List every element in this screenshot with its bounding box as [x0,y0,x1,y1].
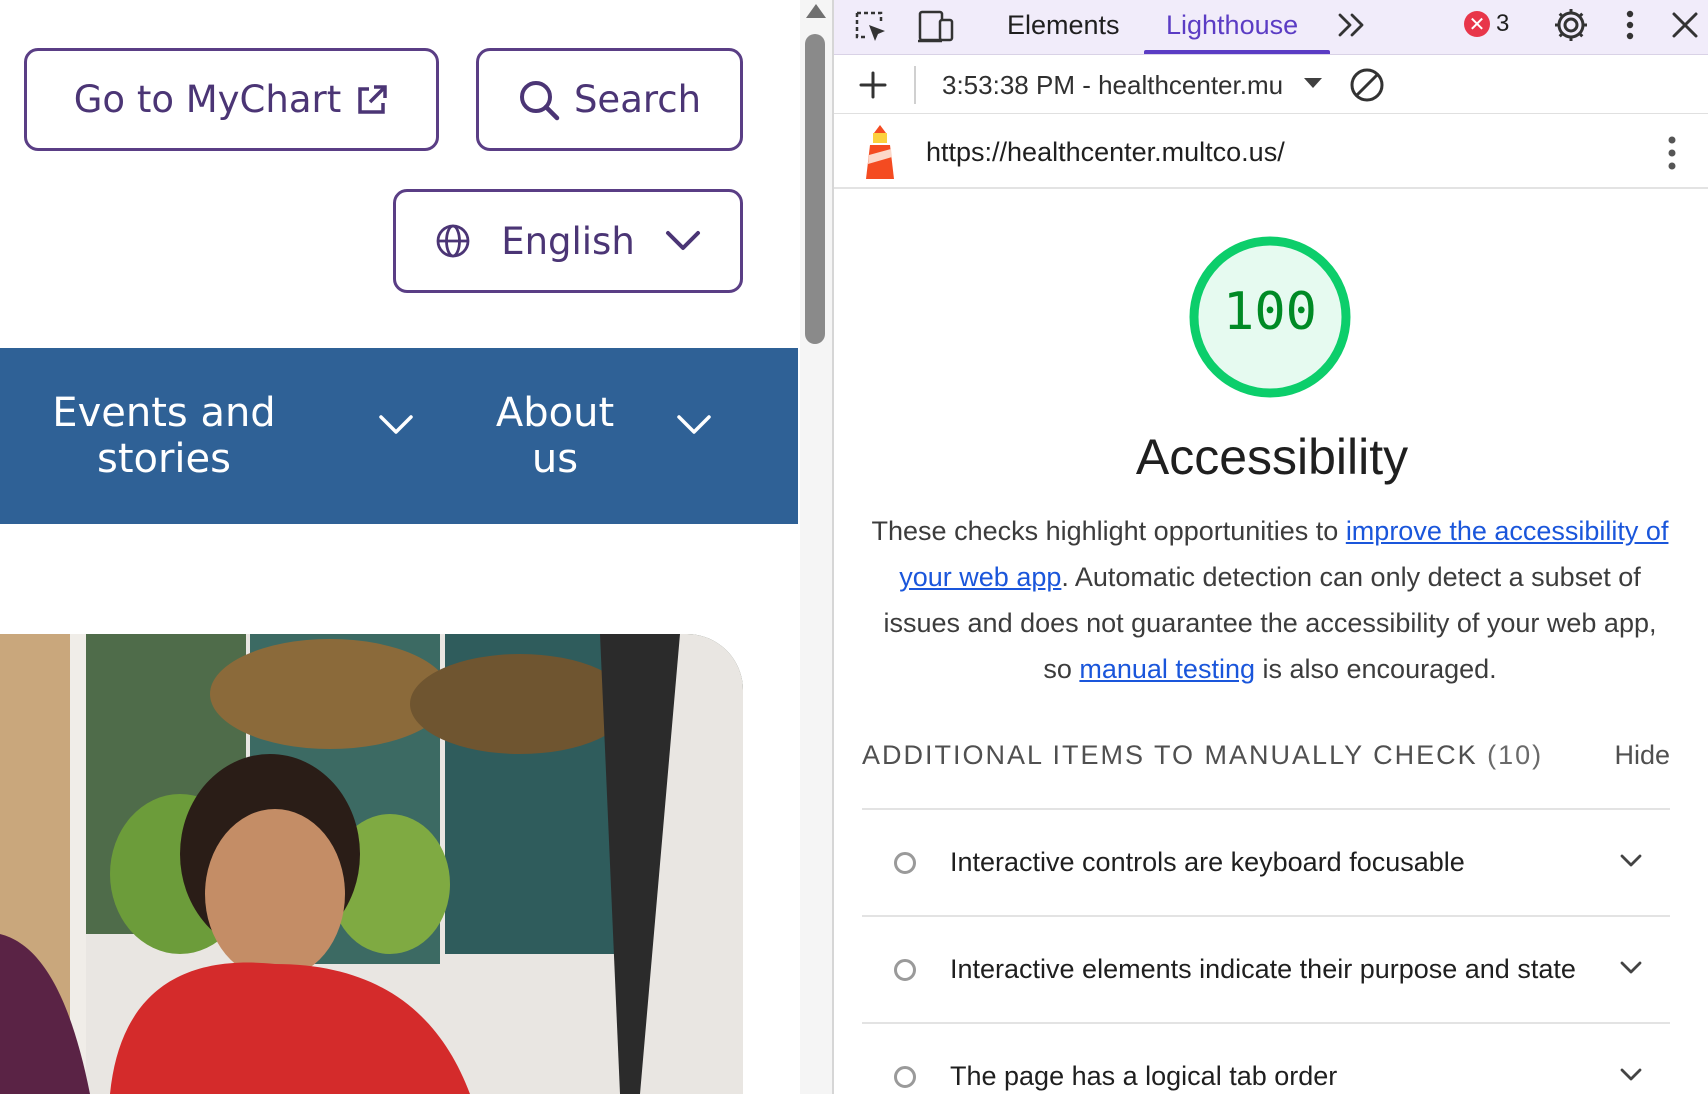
errors-counter[interactable]: ✕ 3 [1464,10,1509,38]
go-to-mychart-button[interactable]: Go to MyChart [24,48,439,151]
hide-manual-checks-button[interactable]: Hide [1614,740,1670,771]
scroll-up-arrow-icon[interactable] [806,4,826,18]
manual-audit-circle-icon [894,959,916,981]
close-devtools-icon[interactable] [1670,10,1700,40]
report-selector[interactable]: 3:53:38 PM - healthcenter.mu [942,70,1298,101]
chevron-down-icon [379,415,413,434]
manual-checks-count: (10) [1487,740,1544,770]
nav-item-label: Events and stories [52,390,276,482]
more-tabs-chevron-icon[interactable] [1336,12,1368,38]
manual-checks-header: ADDITIONAL ITEMS TO MANUALLY CHECK (10) … [862,740,1670,810]
language-select-button[interactable]: English [393,189,743,293]
language-label: English [501,219,635,263]
manual-testing-link[interactable]: manual testing [1079,654,1255,684]
chevron-down-icon [665,231,700,250]
chevron-down-icon[interactable] [1620,1068,1642,1082]
search-icon [519,80,560,120]
main-navigation: Events and stories About us [0,348,798,524]
manual-audit-circle-icon [894,1066,916,1088]
globe-icon [436,224,470,258]
page-scrollbar[interactable] [800,0,832,1094]
settings-gear-icon[interactable] [1552,6,1590,44]
audit-title: The page has a logical tab order [950,1061,1338,1091]
nav-item-label: About us [495,390,615,482]
description-text: These checks highlight opportunities to [871,516,1346,546]
audit-row[interactable]: Interactive elements indicate their purp… [862,917,1670,1024]
lighthouse-toolbar: 3:53:38 PM - healthcenter.mu [834,56,1708,114]
chevron-down-icon [677,415,711,434]
website-viewport: Go to MyChart Search English Events and … [0,0,798,1094]
clear-block-icon[interactable] [1348,66,1386,104]
audit-title: Interactive elements indicate their purp… [950,954,1576,984]
manual-checks-title-text: ADDITIONAL ITEMS TO MANUALLY CHECK [862,740,1478,770]
error-icon: ✕ [1464,11,1490,37]
active-tab-indicator [1144,50,1330,54]
devtools-panel: Elements Lighthouse ✕ 3 3:53:38 PM - hea… [832,0,1708,1094]
error-count: 3 [1496,10,1510,37]
inspect-element-icon[interactable] [854,10,888,44]
caret-down-icon[interactable] [1304,78,1322,88]
devtools-tab-bar: Elements Lighthouse ✕ 3 [834,0,1708,55]
search-button[interactable]: Search [476,48,743,151]
external-link-icon [358,84,387,114]
description-text: is also encouraged. [1254,654,1497,684]
nav-item-events-and-stories[interactable]: Events and stories [44,348,424,524]
audit-row[interactable]: The page has a logical tab order [862,1024,1670,1094]
score-value: 100 [1223,282,1317,342]
chevron-down-icon[interactable] [1620,854,1642,868]
category-description: These checks highlight opportunities to … [870,508,1670,692]
photo-illustration [0,634,743,1094]
new-report-plus-icon[interactable] [858,70,888,100]
audit-title: Interactive controls are keyboard focusa… [950,847,1465,877]
report-url[interactable]: https://healthcenter.multco.us/ [926,137,1285,168]
tab-elements[interactable]: Elements [1007,10,1120,41]
device-toolbar-icon[interactable] [916,10,956,44]
report-menu-icon[interactable] [1666,133,1678,173]
tab-lighthouse[interactable]: Lighthouse [1166,10,1298,41]
toolbar-divider [914,66,916,104]
scrollbar-thumb[interactable] [805,34,825,344]
lighthouse-logo-icon [866,125,894,179]
search-label: Search [573,78,702,121]
nav-item-about-us[interactable]: About us [480,348,720,524]
audit-row[interactable]: Interactive controls are keyboard focusa… [862,810,1670,917]
manual-audit-circle-icon [894,852,916,874]
category-title: Accessibility [1135,429,1409,485]
hero-photo [0,634,743,1094]
chevron-down-icon[interactable] [1620,961,1642,975]
manual-checks-title: ADDITIONAL ITEMS TO MANUALLY CHECK (10) [862,740,1543,771]
mychart-label: Go to MyChart [73,78,342,121]
more-options-icon[interactable] [1624,8,1636,42]
report-url-bar: https://healthcenter.multco.us/ [834,115,1708,189]
